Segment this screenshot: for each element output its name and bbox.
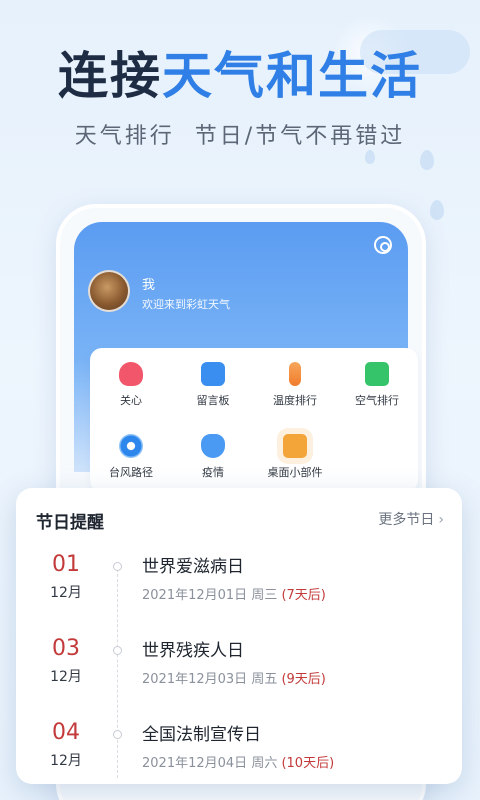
- grid-item-label: 留言板: [196, 394, 230, 407]
- event-weekday: 周三: [251, 588, 278, 603]
- grid-item-air-rank[interactable]: 空气排行: [336, 362, 418, 408]
- grid-item-label: 台风路径: [109, 466, 153, 479]
- holiday-event[interactable]: 04 12月 全国法制宣传日 2021年12月04日 周六 (10天后): [16, 720, 462, 790]
- event-countdown: (7天后): [281, 588, 326, 603]
- more-holidays-label: 更多节日: [378, 512, 435, 528]
- thermometer-icon: [289, 362, 301, 386]
- event-meta: 2021年12月04日 周六 (10天后): [142, 752, 334, 771]
- timeline-dot: [113, 562, 122, 571]
- event-date: 2021年12月04日: [142, 756, 248, 771]
- typhoon-icon: [119, 434, 143, 458]
- heart-plus-icon: [119, 362, 143, 386]
- user-name: 我: [142, 278, 156, 293]
- feature-grid: 关心 留言板 温度排行 空气排行 台风路径 疫情 桌面小部件: [90, 348, 418, 492]
- grid-item-label: 关心: [120, 394, 142, 407]
- holiday-card-title: 节日提醒: [36, 513, 104, 533]
- welcome-text: 欢迎来到彩虹天气: [142, 298, 230, 311]
- event-date: 2021年12月03日: [142, 672, 248, 687]
- event-month: 12月: [50, 753, 82, 769]
- event-weekday: 周六: [251, 756, 278, 771]
- grid-item-message-board[interactable]: 留言板: [172, 362, 254, 408]
- hero-title-part1: 连接: [58, 47, 162, 105]
- settings-gear-icon[interactable]: [374, 236, 392, 254]
- holiday-reminder-card: 节日提醒 更多节日 › 01 12月 世界爱滋病日 2021年12月01日 周三 …: [16, 488, 462, 784]
- hero-subtitle: 天气排行 节日/节气不再错过: [74, 124, 406, 149]
- grid-item-typhoon-path[interactable]: 台风路径: [90, 434, 172, 480]
- timeline-dot: [113, 730, 122, 739]
- grid-item-label: 空气排行: [355, 394, 399, 407]
- chat-bubble-icon: [201, 362, 225, 386]
- raindrop-icon: [430, 200, 444, 220]
- grid-item-label: 温度排行: [273, 394, 317, 407]
- holiday-event[interactable]: 01 12月 世界爱滋病日 2021年12月01日 周三 (7天后): [16, 552, 462, 622]
- event-name: 全国法制宣传日: [142, 725, 261, 745]
- event-day: 03: [52, 636, 80, 661]
- grid-item-desktop-widget[interactable]: 桌面小部件: [254, 434, 336, 480]
- event-month: 12月: [50, 669, 82, 685]
- event-month: 12月: [50, 585, 82, 601]
- chevron-right-icon: ›: [438, 512, 444, 528]
- grid-item-temperature-rank[interactable]: 温度排行: [254, 362, 336, 408]
- hero-title: 连接天气和生活: [0, 36, 480, 108]
- event-day: 04: [52, 720, 80, 745]
- timeline-dot: [113, 646, 122, 655]
- event-date: 2021年12月01日: [142, 588, 248, 603]
- lungs-icon: [201, 434, 225, 458]
- event-meta: 2021年12月03日 周五 (9天后): [142, 668, 326, 687]
- puzzle-icon: [283, 434, 307, 458]
- raindrop-icon: [420, 150, 434, 170]
- bar-chart-icon: [365, 362, 389, 386]
- event-countdown: (9天后): [281, 672, 326, 687]
- event-meta: 2021年12月01日 周三 (7天后): [142, 584, 326, 603]
- grid-item-care[interactable]: 关心: [90, 362, 172, 408]
- event-countdown: (10天后): [281, 756, 335, 771]
- holiday-event[interactable]: 03 12月 世界残疾人日 2021年12月03日 周五 (9天后): [16, 636, 462, 706]
- event-day: 01: [52, 552, 80, 577]
- event-name: 世界爱滋病日: [142, 557, 244, 577]
- grid-item-epidemic[interactable]: 疫情: [172, 434, 254, 480]
- more-holidays-link[interactable]: 更多节日 ›: [378, 509, 444, 529]
- grid-item-label: 桌面小部件: [267, 466, 323, 479]
- hero-title-part2: 天气和生活: [162, 47, 422, 105]
- profile-header: 我 欢迎来到彩虹天气 关心 留言板 温度排行 空气排行 台风路径 疫情 桌面小部…: [74, 222, 418, 522]
- grid-item-label: 疫情: [202, 466, 224, 479]
- avatar[interactable]: [88, 270, 130, 312]
- raindrop-icon: [365, 150, 375, 164]
- event-weekday: 周五: [251, 672, 278, 687]
- event-name: 世界残疾人日: [142, 641, 244, 661]
